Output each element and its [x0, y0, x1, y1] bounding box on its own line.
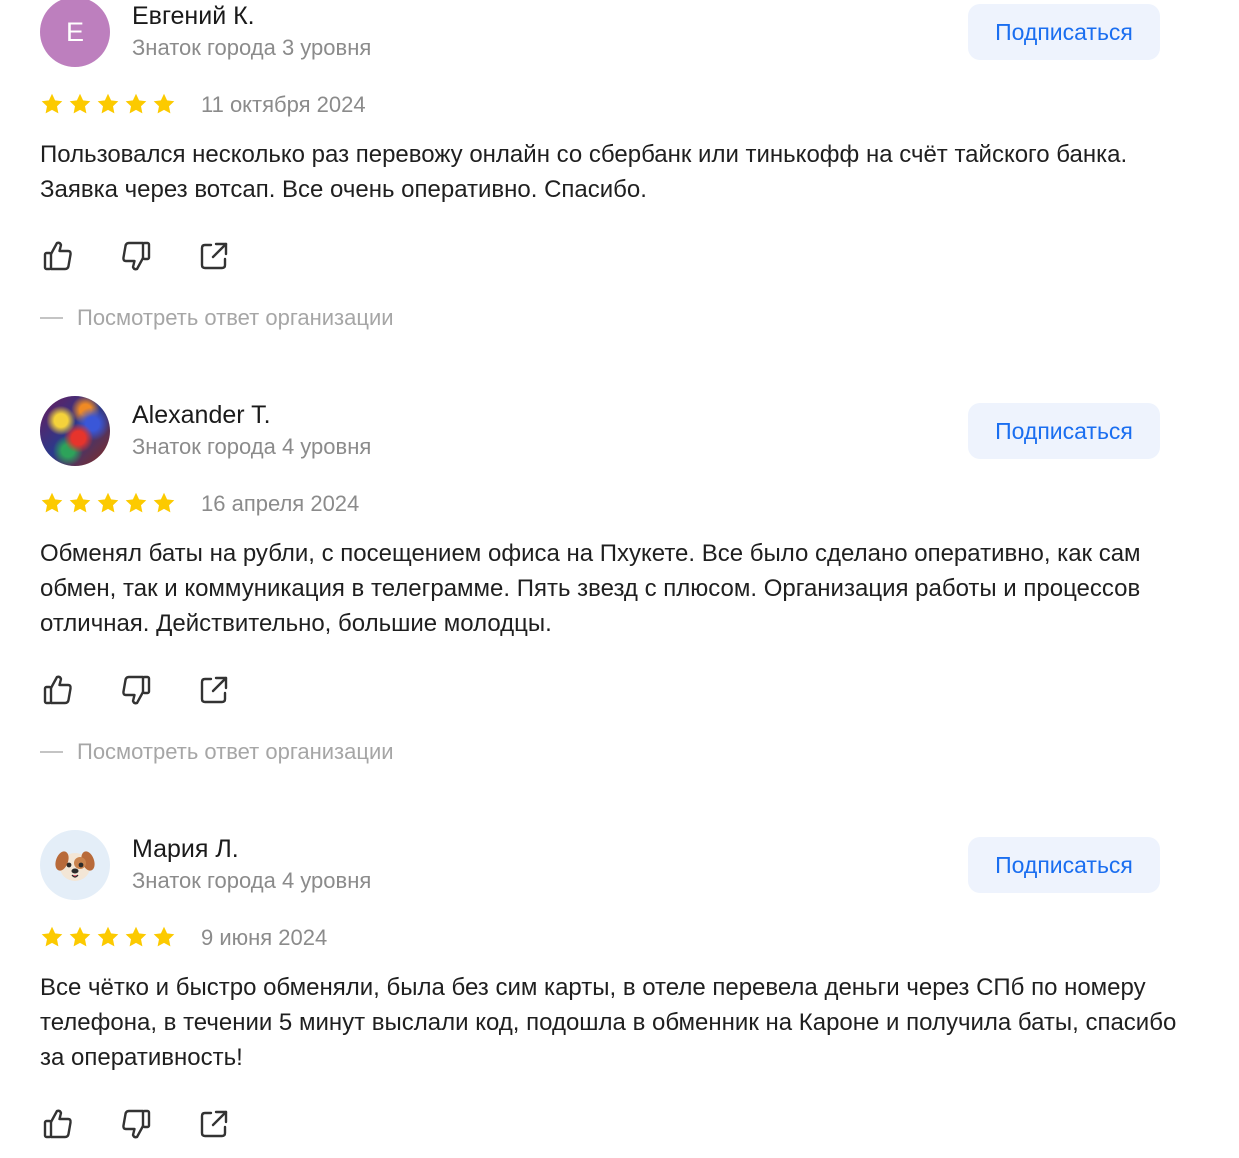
star-icon [40, 92, 64, 116]
star-icon [68, 491, 92, 515]
star-icon [152, 925, 176, 949]
review-text: Обменял баты на рубли, с посещением офис… [40, 540, 1141, 637]
dog-face-icon [55, 851, 95, 881]
like-button[interactable] [40, 1108, 76, 1144]
avatar[interactable] [40, 830, 110, 900]
star-icon [152, 92, 176, 116]
view-org-answer-link[interactable]: Посмотреть ответ организации [40, 305, 394, 331]
star-icon [96, 925, 120, 949]
star-icon [124, 491, 148, 515]
review-actions [40, 240, 232, 276]
star-icon [96, 92, 120, 116]
star-icon [68, 925, 92, 949]
reviewer-name[interactable]: Евгений К. [132, 2, 255, 31]
star-icon [40, 925, 64, 949]
review-date: 9 июня 2024 [201, 925, 328, 950]
share-button[interactable] [196, 1108, 232, 1144]
subscribe-button[interactable]: Подписаться [968, 837, 1160, 893]
reviewer-level: Знаток города 4 уровня [132, 434, 372, 459]
share-button[interactable] [196, 240, 232, 276]
dislike-button[interactable] [118, 1108, 154, 1144]
avatar[interactable] [40, 396, 110, 466]
review-actions [40, 1108, 232, 1144]
subscribe-button[interactable]: Подписаться [968, 403, 1160, 459]
share-button[interactable] [196, 674, 232, 710]
avatar[interactable]: Е [40, 0, 110, 67]
dash-divider [40, 317, 63, 319]
review-text: Все чётко и быстро обменяли, была без си… [40, 974, 1177, 1071]
dislike-button[interactable] [118, 240, 154, 276]
reviewer-name[interactable]: Мария Л. [132, 835, 239, 864]
share-icon [196, 238, 232, 279]
avatar-letter: Е [65, 16, 84, 47]
share-icon [196, 672, 232, 713]
star-icon [40, 491, 64, 515]
reviewer-name[interactable]: Alexander T. [132, 401, 271, 430]
org-answer-label: Посмотреть ответ организации [77, 305, 394, 330]
star-icon [124, 92, 148, 116]
org-answer-label: Посмотреть ответ организации [77, 739, 394, 764]
view-org-answer-link[interactable]: Посмотреть ответ организации [40, 739, 394, 765]
subscribe-button[interactable]: Подписаться [968, 4, 1160, 60]
star-icon [96, 491, 120, 515]
rating-stars [40, 925, 176, 949]
share-icon [196, 1106, 232, 1147]
thumbs-down-icon [118, 672, 154, 713]
thumbs-up-icon [40, 1106, 76, 1147]
dislike-button[interactable] [118, 674, 154, 710]
review-date: 11 октября 2024 [201, 92, 366, 117]
reviewer-level: Знаток города 3 уровня [132, 35, 372, 60]
star-icon [68, 92, 92, 116]
star-icon [152, 491, 176, 515]
rating-stars [40, 92, 176, 116]
like-button[interactable] [40, 240, 76, 276]
thumbs-down-icon [118, 238, 154, 279]
thumbs-up-icon [40, 238, 76, 279]
review-text: Пользовался несколько раз перевожу онлай… [40, 141, 1128, 203]
rating-stars [40, 491, 176, 515]
review-date: 16 апреля 2024 [201, 491, 360, 516]
like-button[interactable] [40, 674, 76, 710]
dash-divider [40, 751, 63, 753]
thumbs-up-icon [40, 672, 76, 713]
reviewer-level: Знаток города 4 уровня [132, 868, 372, 893]
star-icon [124, 925, 148, 949]
review-actions [40, 674, 232, 710]
thumbs-down-icon [118, 1106, 154, 1147]
